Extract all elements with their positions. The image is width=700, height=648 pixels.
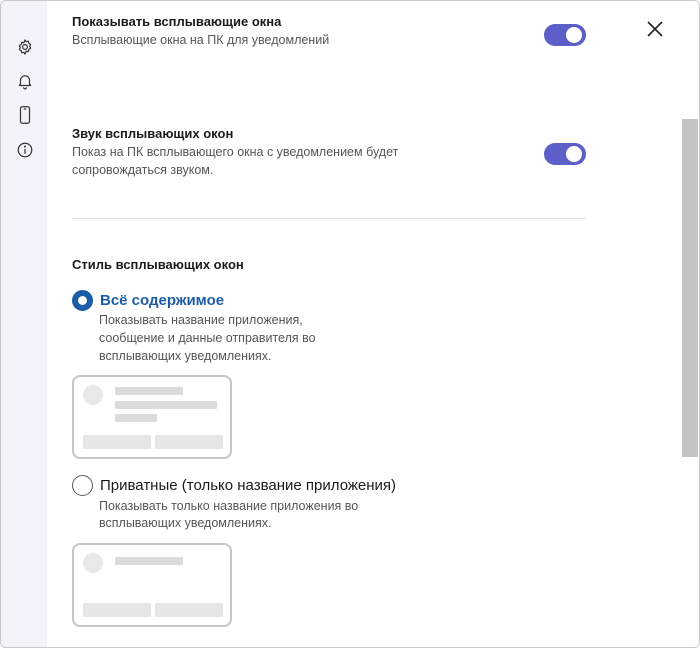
radio-private[interactable]	[72, 475, 93, 496]
toggle-knob	[566, 27, 582, 43]
section-divider	[72, 218, 586, 219]
full-content-description-line2: сообщение и данные отправителя во	[99, 331, 316, 345]
settings-window: Показывать всплывающие окна Всплывающие …	[0, 0, 700, 648]
nav-notifications-button[interactable]	[13, 69, 37, 93]
full-content-description-line1: Показывать название приложения,	[99, 313, 303, 327]
full-content-description-line3: всплывающих уведомлениях.	[99, 349, 272, 363]
full-content-preview	[72, 375, 232, 459]
private-description-line1: Показывать только название приложения во	[99, 499, 359, 513]
popup-sound-description-line1: Показ на ПК всплывающего окна с уведомле…	[72, 145, 399, 159]
preview-line	[115, 387, 183, 395]
popup-sound-description-line2: сопровождаться звуком.	[72, 163, 214, 177]
gear-icon	[18, 39, 32, 55]
private-description-line2: всплывающих уведомлениях.	[99, 516, 272, 530]
scrollbar-thumb[interactable]	[682, 119, 698, 457]
nav-about-button[interactable]	[13, 138, 37, 162]
preview-line	[115, 557, 183, 565]
radio-private-label[interactable]: Приватные (только название приложения)	[100, 477, 396, 494]
close-button[interactable]	[641, 15, 669, 43]
show-popups-title: Показывать всплывающие окна	[72, 14, 282, 29]
show-popups-toggle[interactable]	[544, 24, 586, 46]
nav-settings-button[interactable]	[13, 35, 37, 59]
radio-full-content[interactable]	[72, 290, 93, 311]
preview-button	[155, 603, 223, 617]
preview-line	[115, 401, 217, 409]
preview-line	[115, 414, 157, 422]
private-preview	[72, 543, 232, 627]
radio-full-content-label[interactable]: Всё содержимое	[100, 292, 224, 309]
phone-icon	[19, 106, 31, 124]
nav-rail	[1, 1, 47, 647]
bell-icon	[18, 75, 32, 90]
preview-avatar	[83, 553, 103, 573]
preview-avatar	[83, 385, 103, 405]
popup-sound-title: Звук всплывающих окон	[72, 126, 234, 141]
preview-button	[83, 603, 151, 617]
show-popups-description: Всплывающие окна на ПК для уведомлений	[72, 33, 330, 47]
toggle-knob	[566, 146, 582, 162]
popup-style-heading: Стиль всплывающих окон	[72, 257, 244, 272]
preview-button	[83, 435, 151, 449]
nav-phone-button[interactable]	[13, 103, 37, 127]
popup-sound-toggle[interactable]	[544, 143, 586, 165]
preview-button	[155, 435, 223, 449]
info-icon	[17, 142, 33, 158]
close-icon	[647, 21, 663, 37]
